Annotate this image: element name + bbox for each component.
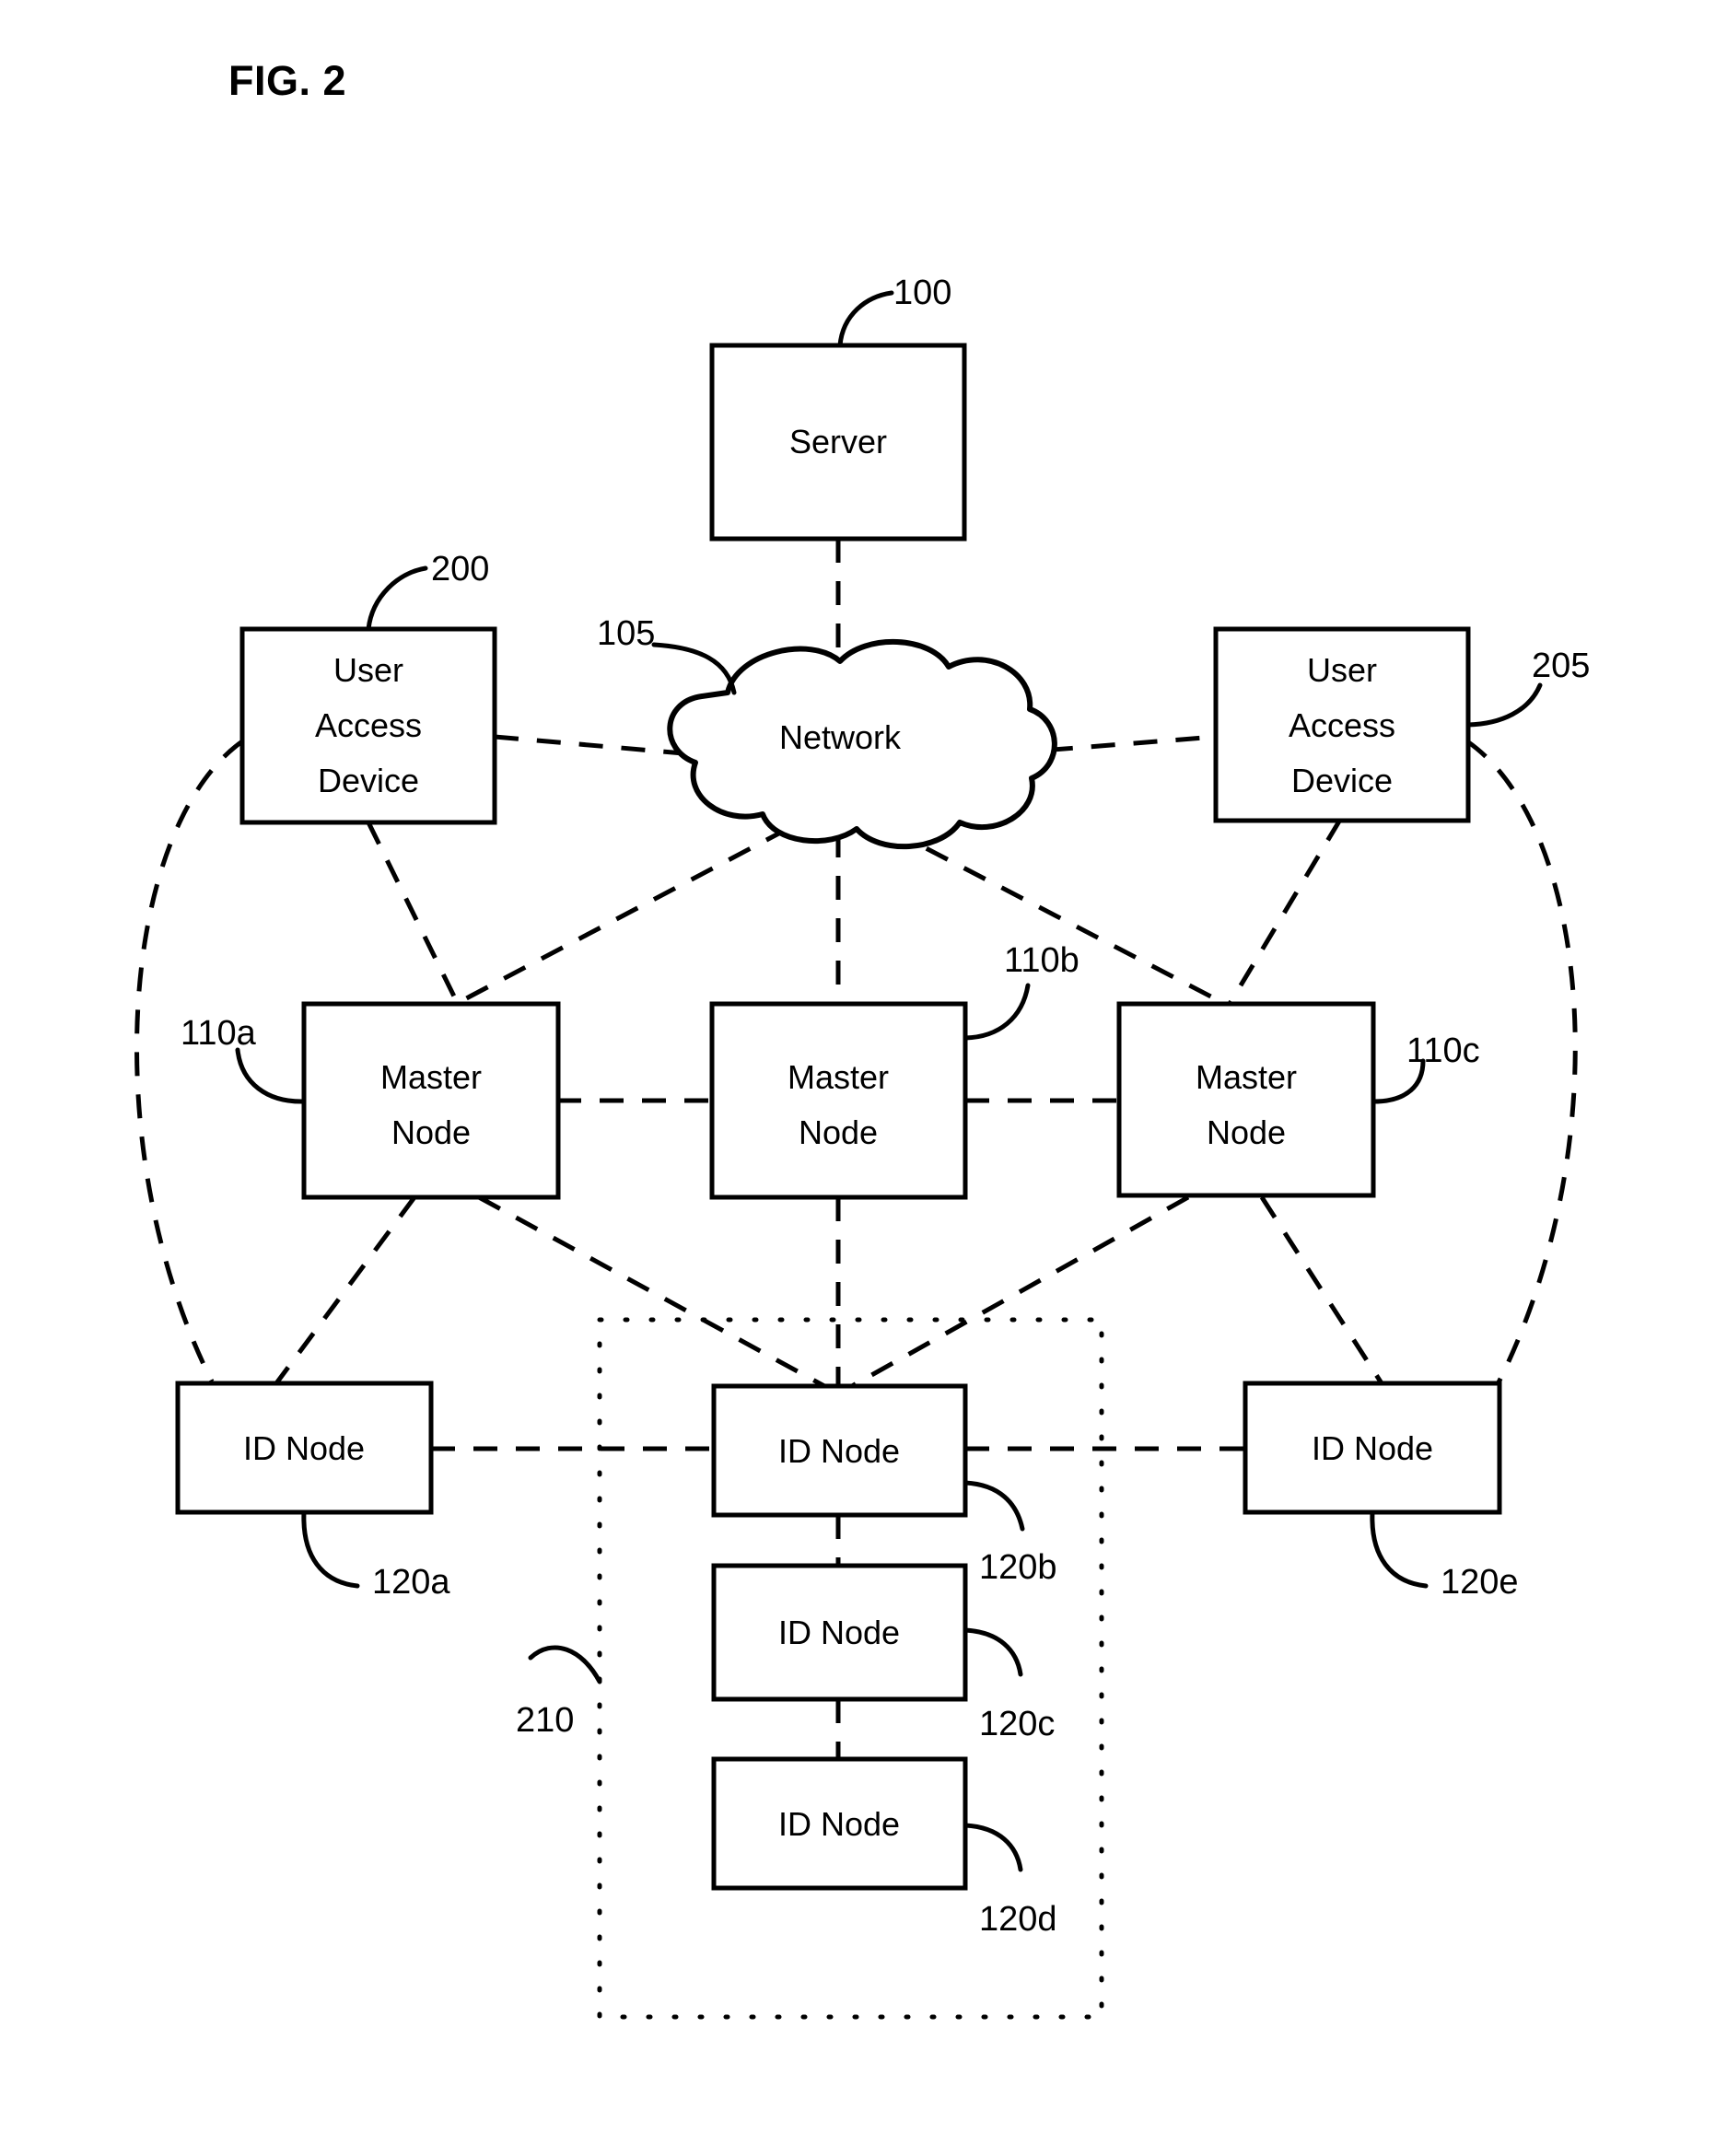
ref-label-120a: 120a (372, 1563, 450, 1602)
leader-120c (963, 1627, 1023, 1677)
id-node-e-label: ID Node (1312, 1429, 1433, 1467)
leader-120e (1370, 1509, 1429, 1589)
link-master-a-id-node-b (477, 1195, 826, 1389)
link-network-master-a (454, 826, 789, 1007)
leader-105 (651, 642, 737, 695)
leader-100 (837, 290, 894, 348)
master-node-b[interactable]: Master Node (709, 1001, 968, 1200)
id-node-a[interactable]: ID Node (175, 1381, 434, 1515)
master-a-label-line2: Node (391, 1113, 471, 1151)
ref-label-120e: 120e (1441, 1563, 1519, 1602)
master-node-a[interactable]: Master Node (301, 1001, 561, 1200)
ref-label-120b: 120b (979, 1548, 1057, 1587)
uad-right-label-line1: User (1307, 651, 1377, 689)
uad-right-label-line2: Access (1289, 706, 1395, 744)
master-b-label-line1: Master (788, 1058, 889, 1096)
leader-120d (963, 1823, 1023, 1872)
id-node-a-label: ID Node (243, 1429, 365, 1467)
leader-110a (235, 1047, 307, 1104)
server-box[interactable]: Server (709, 343, 967, 542)
ref-label-200: 200 (431, 550, 489, 589)
ref-label-210: 210 (516, 1701, 574, 1740)
leader-120b (963, 1480, 1025, 1532)
id-node-b-label: ID Node (778, 1432, 900, 1470)
id-node-b[interactable]: ID Node (711, 1383, 968, 1518)
link-uad-left-master-a (366, 821, 461, 1006)
id-node-d[interactable]: ID Node (711, 1756, 968, 1891)
master-b-label-line2: Node (799, 1113, 878, 1151)
uad-left-label-line2: Access (315, 706, 422, 744)
master-a-label-line1: Master (380, 1058, 482, 1096)
link-uad-left-id-node-a (134, 739, 244, 1383)
master-c-label-line2: Node (1207, 1113, 1286, 1151)
link-uad-right-master-c (1227, 818, 1343, 1006)
network-label: Network (779, 718, 902, 756)
ref-label-110b: 110b (1004, 941, 1079, 980)
link-master-c-id-node-b (850, 1195, 1190, 1389)
ref-label-205: 205 (1532, 647, 1590, 685)
link-master-a-id-node-a (274, 1195, 417, 1385)
ref-label-110c: 110c (1406, 1031, 1480, 1070)
leader-120a (301, 1509, 360, 1589)
link-master-c-id-node-e (1259, 1195, 1384, 1385)
master-node-c[interactable]: Master Node (1116, 1001, 1376, 1198)
user-access-device-right[interactable]: User Access Device (1213, 626, 1471, 823)
leader-110b (963, 983, 1031, 1041)
figure-container: FIG. 2 Network 105 Server 100 User Acces… (0, 0, 1727, 2156)
user-access-device-left[interactable]: User Access Device (239, 626, 497, 825)
leader-210 (528, 1645, 602, 1684)
network-diagram: Network 105 Server 100 User Access Devic… (134, 274, 1590, 2020)
id-node-c[interactable]: ID Node (711, 1563, 968, 1702)
uad-right-label-line3: Device (1291, 762, 1393, 799)
ref-label-120d: 120d (979, 1900, 1057, 1939)
ref-label-110a: 110a (181, 1014, 257, 1053)
uad-left-label-line1: User (333, 651, 403, 689)
leader-200 (366, 565, 428, 632)
link-uad-right-id-node-e (1465, 739, 1578, 1388)
master-c-label-line1: Master (1196, 1058, 1297, 1096)
id-node-e[interactable]: ID Node (1243, 1381, 1502, 1515)
leader-205 (1465, 682, 1543, 728)
ref-label-105: 105 (597, 614, 655, 653)
id-node-c-label: ID Node (778, 1614, 900, 1651)
server-label: Server (789, 423, 887, 460)
link-network-uad-left (494, 734, 684, 756)
ref-label-120c: 120c (979, 1705, 1055, 1743)
uad-left-label-line3: Device (318, 762, 419, 799)
id-node-d-label: ID Node (778, 1805, 900, 1843)
ref-label-100: 100 (893, 274, 951, 312)
